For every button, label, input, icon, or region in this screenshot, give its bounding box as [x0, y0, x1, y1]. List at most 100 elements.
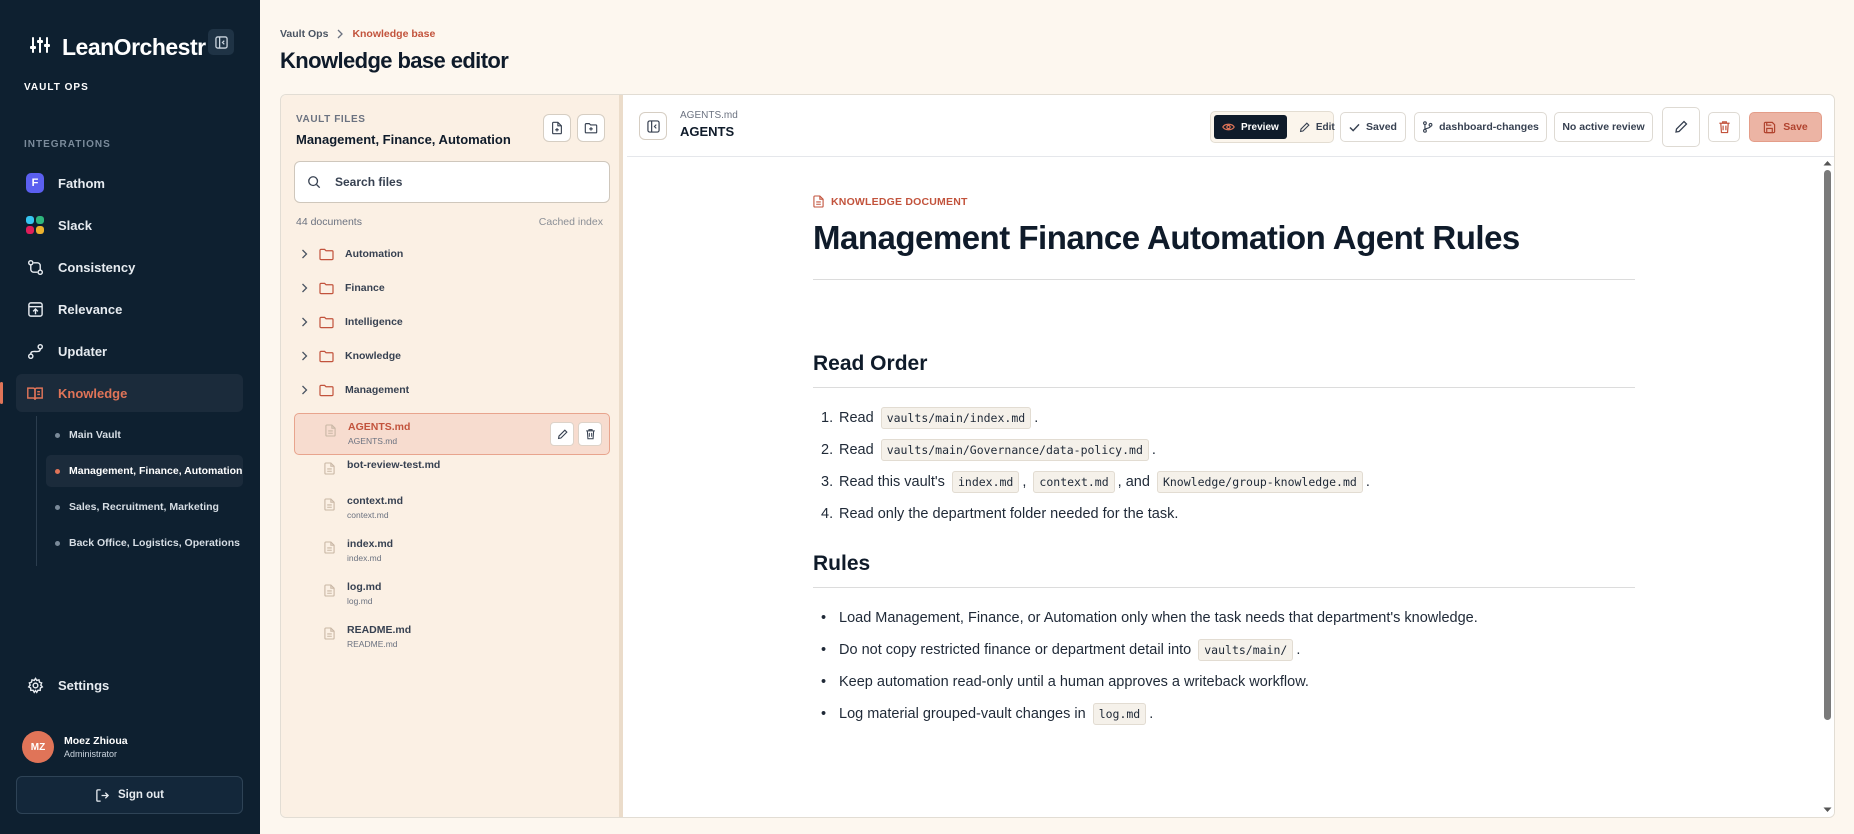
text-run: Read this vault's — [839, 474, 949, 490]
scrollbar-thumb[interactable] — [1824, 170, 1831, 720]
list-marker: • — [821, 642, 827, 658]
save-button[interactable]: Save — [1749, 112, 1822, 142]
text-run: Load Management, Finance, or Automation … — [839, 610, 1478, 626]
scrollbar[interactable] — [1821, 158, 1834, 817]
document-title: Management Finance Automation Agent Rule… — [813, 219, 1635, 280]
file-name: context.md — [347, 495, 404, 507]
nav-label: Knowledge — [58, 385, 128, 401]
pencil-icon — [557, 428, 568, 439]
branch-selector[interactable]: dashboard-changes — [1414, 112, 1547, 142]
vault-label: Sales, Recruitment, Marketing — [69, 501, 219, 513]
nav-label: Settings — [58, 677, 110, 693]
nav-consistency[interactable]: Consistency — [16, 248, 243, 286]
nav-settings[interactable]: Settings — [16, 666, 243, 704]
nav-relevance[interactable]: Relevance — [16, 290, 243, 328]
delete-file-button[interactable] — [578, 422, 602, 446]
nav-label: Consistency — [58, 259, 136, 275]
logo-icon — [30, 35, 50, 60]
chevron-right-icon[interactable] — [301, 249, 308, 259]
brand[interactable]: LeanOrchestr — [30, 34, 206, 61]
file-item[interactable]: README.md README.md — [294, 624, 610, 649]
vault-main[interactable]: Main Vault — [46, 419, 243, 451]
folder-item[interactable]: Finance — [301, 275, 385, 301]
sign-out-label: Sign out — [118, 789, 164, 801]
folder-item[interactable]: Knowledge — [301, 343, 401, 369]
text-run: Do not copy restricted finance or depart… — [839, 642, 1196, 658]
search-input[interactable] — [335, 175, 575, 189]
read-order-heading: Read Order — [813, 352, 1635, 388]
view-mode-toggle: Preview Edit — [1210, 111, 1335, 143]
list-text: Read this vault's index.md, context.md, … — [839, 471, 1370, 493]
scroll-up-icon — [1823, 161, 1832, 166]
chevron-right-icon[interactable] — [301, 317, 308, 327]
branch-label: dashboard-changes — [1439, 121, 1539, 133]
vault-back-office[interactable]: Back Office, Logistics, Operations — [46, 527, 243, 559]
page-title: Knowledge base editor — [280, 48, 509, 73]
sign-out-button[interactable]: Sign out — [16, 776, 243, 814]
folder-item[interactable]: Management — [301, 377, 409, 403]
inline-code: vaults/main/index.md — [880, 407, 1032, 429]
text-run: Read only the department folder needed f… — [839, 506, 1179, 522]
review-status[interactable]: No active review — [1554, 112, 1653, 142]
list-text: Keep automation read-only until a human … — [839, 674, 1309, 690]
sub-tree-line — [36, 416, 37, 566]
folder-item[interactable]: Intelligence — [301, 309, 403, 335]
new-file-button[interactable] — [543, 114, 571, 142]
list-item: 3. Read this vault's index.md, context.md… — [813, 466, 1635, 498]
file-icon — [324, 627, 335, 640]
inline-code: log.md — [1092, 703, 1147, 725]
chevron-right-icon[interactable] — [301, 283, 308, 293]
file-browser: VAULT FILES Management, Finance, Automat… — [281, 95, 623, 817]
git-branch-icon — [1423, 121, 1433, 133]
breadcrumb-current: Knowledge base — [352, 28, 436, 40]
file-name: bot-review-test.md — [347, 459, 441, 471]
file-icon — [324, 498, 335, 511]
vault-sales-recruitment-marketing[interactable]: Sales, Recruitment, Marketing — [46, 491, 243, 523]
cache-status: Cached index — [538, 216, 603, 228]
nav-slack[interactable]: Slack — [16, 206, 243, 244]
rename-file-button[interactable] — [550, 422, 574, 446]
toggle-file-panel-button[interactable] — [639, 112, 667, 140]
search-box[interactable] — [294, 161, 610, 203]
text-run: . — [1034, 410, 1039, 426]
list-item: • Keep automation read-only until a human… — [813, 666, 1635, 698]
collapse-sidebar-button[interactable] — [208, 29, 234, 55]
chevron-right-icon[interactable] — [301, 385, 308, 395]
file-item[interactable]: index.md index.md — [294, 538, 610, 563]
eye-icon — [1222, 123, 1235, 131]
user-profile[interactable]: MZ Moez Zhioua Administrator — [22, 731, 128, 763]
dot-icon — [55, 432, 60, 438]
edit-tab[interactable]: Edit — [1291, 115, 1343, 139]
edit-document-button[interactable] — [1662, 107, 1700, 147]
vault-label: Management, Finance, Automation — [69, 465, 243, 477]
nav-knowledge[interactable]: Knowledge — [0, 374, 243, 412]
list-marker: 4. — [821, 506, 834, 522]
editor-toolbar: AGENTS.md AGENTS Preview Edit Saved dash… — [627, 95, 1834, 157]
rules-heading: Rules — [813, 552, 1635, 588]
list-item: • Do not copy restricted finance or depar… — [813, 634, 1635, 666]
nav-fathom[interactable]: F Fathom — [16, 164, 243, 202]
vault-management-finance-automation[interactable]: Management, Finance, Automation — [46, 455, 243, 487]
file-item[interactable]: context.md context.md — [294, 495, 610, 520]
list-item: • Load Management, Finance, or Automation… — [813, 602, 1635, 634]
breadcrumb-root[interactable]: Vault Ops — [280, 28, 328, 40]
saved-status: Saved — [1340, 112, 1406, 142]
preview-tab[interactable]: Preview — [1214, 115, 1287, 139]
nav-updater[interactable]: Updater — [16, 332, 243, 370]
folder-label: Management — [345, 384, 410, 396]
gear-icon — [26, 676, 44, 694]
folder-icon — [319, 350, 334, 362]
folder-icon — [319, 316, 334, 328]
file-item[interactable]: log.md log.md — [294, 581, 610, 606]
folder-icon — [319, 248, 334, 260]
list-item: • Log material grouped-vault changes in l… — [813, 698, 1635, 730]
list-text: Log material grouped-vault changes in lo… — [839, 703, 1153, 725]
folder-item[interactable]: Automation — [301, 241, 403, 267]
document-editor: AGENTS.md AGENTS Preview Edit Saved dash… — [627, 95, 1834, 817]
chevron-right-icon[interactable] — [301, 351, 308, 361]
file-item[interactable]: AGENTS.md AGENTS.md — [294, 413, 610, 455]
file-item[interactable]: bot-review-test.md — [294, 459, 610, 475]
new-folder-button[interactable] — [577, 114, 605, 142]
delete-document-button[interactable] — [1708, 112, 1740, 142]
pencil-icon — [1675, 120, 1688, 133]
